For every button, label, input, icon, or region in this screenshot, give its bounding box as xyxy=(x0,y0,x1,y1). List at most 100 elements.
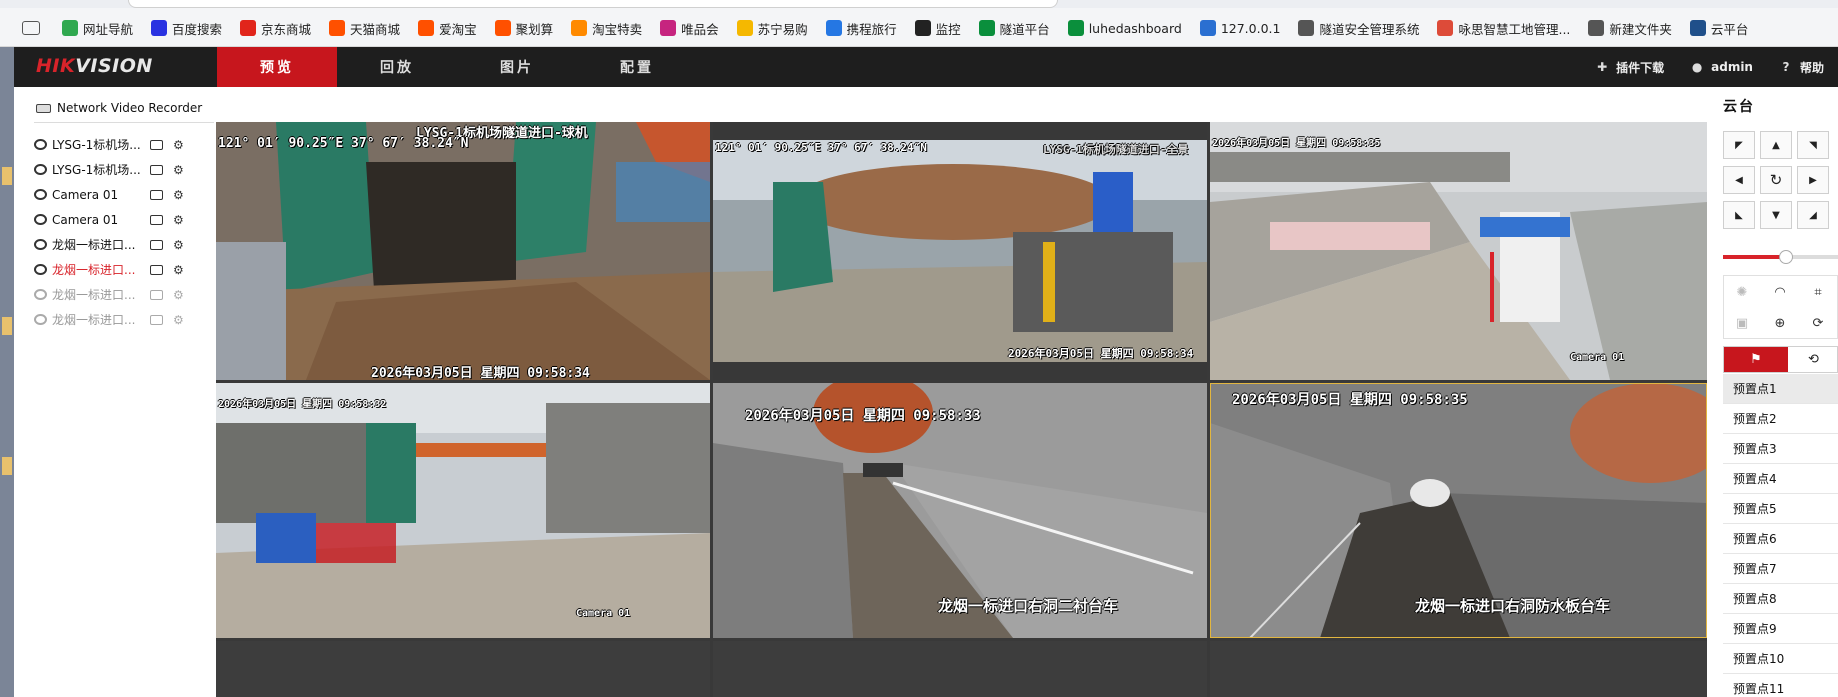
plugin-download-link[interactable]: ✚ 插件下载 xyxy=(1595,59,1664,76)
playback-icon[interactable]: ⚙ xyxy=(173,213,187,227)
ptz-down-left-button[interactable]: ◣ xyxy=(1723,201,1755,229)
ptz-speed-slider[interactable] xyxy=(1723,250,1838,264)
ptz-right-button[interactable]: ▶ xyxy=(1797,166,1829,194)
bookmark-item[interactable]: 淘宝特卖 xyxy=(571,16,642,40)
channel-item[interactable]: 龙烟一标进口... ⚙ xyxy=(34,257,214,282)
channel-item[interactable]: 龙烟一标进口... ⚙ xyxy=(34,307,214,332)
browser-tab-strip xyxy=(0,0,1838,8)
channel-item[interactable]: 龙烟一标进口... ⚙ xyxy=(34,282,214,307)
ptz-down-right-button[interactable]: ◢ xyxy=(1797,201,1829,229)
tab-picture[interactable]: 图片 xyxy=(457,47,577,87)
channel-item[interactable]: 龙烟一标进口... ⚙ xyxy=(34,232,214,257)
bookmark-item[interactable]: 127.0.0.1 xyxy=(1199,16,1280,40)
bookmark-item[interactable]: 京东商城 xyxy=(240,16,311,40)
bookmark-item[interactable]: 苏宁易购 xyxy=(736,16,808,40)
video-window-4[interactable]: 2026年03月05日 星期四 09:58:32 Camera 01 xyxy=(216,383,710,638)
video-window-7[interactable] xyxy=(216,641,710,697)
light-icon[interactable]: ✺ xyxy=(1724,277,1760,307)
camera-icon xyxy=(34,239,47,250)
bookmark-label: 网址导航 xyxy=(83,21,134,37)
user-menu[interactable]: ● admin xyxy=(1690,60,1753,74)
tab-preset[interactable]: ⚑ xyxy=(1724,347,1788,372)
ptz-up-left-button[interactable]: ◤ xyxy=(1723,131,1755,159)
bookmark-item[interactable]: 新建文件夹 xyxy=(1588,16,1672,40)
bookmark-item[interactable]: 隧道平台 xyxy=(978,16,1050,40)
channel-item[interactable]: LYSG-1标机场... ⚙ xyxy=(34,132,214,157)
record-icon[interactable] xyxy=(150,164,163,175)
ptz-up-button[interactable]: ▲ xyxy=(1760,131,1792,159)
preset-item[interactable]: 预置点5 xyxy=(1723,494,1838,524)
bookmark-item[interactable]: 网址导航 xyxy=(62,16,133,40)
tab-preview[interactable]: 预览 xyxy=(217,47,337,87)
playback-icon[interactable]: ⚙ xyxy=(173,138,187,152)
video-window-8[interactable] xyxy=(713,641,1207,697)
ptz-auto-scan-button[interactable]: ↻ xyxy=(1760,166,1792,194)
help-link[interactable]: ? 帮助 xyxy=(1779,59,1825,76)
zoom-icon[interactable]: ⊕ xyxy=(1762,308,1798,338)
tab-config[interactable]: 配置 xyxy=(577,47,697,87)
video-window-1[interactable]: LYSG-1标机场隧道进口-球机 121° 01′ 90.25″E 37° 67… xyxy=(216,122,710,380)
bookmark-item[interactable]: luhedashboard xyxy=(1067,16,1182,40)
nvr-node[interactable]: Network Video Recorder xyxy=(36,101,202,115)
ptz-up-right-button[interactable]: ◥ xyxy=(1797,131,1829,159)
bookmark-item[interactable]: 百度搜索 xyxy=(151,16,222,40)
tab-patrol[interactable]: ⟲ xyxy=(1788,347,1838,372)
record-icon[interactable] xyxy=(150,214,163,225)
bookmark-item[interactable]: 云平台 xyxy=(1689,16,1748,40)
video-window-2[interactable]: 121° 01′ 90.25″E 37° 67′ 38.24″N LYSG-1标… xyxy=(713,122,1207,380)
record-icon[interactable] xyxy=(150,314,163,325)
user-icon: ● xyxy=(1691,60,1703,74)
channel-item[interactable]: Camera 01 ⚙ xyxy=(34,207,214,232)
record-icon[interactable] xyxy=(150,189,163,200)
playback-icon[interactable]: ⚙ xyxy=(173,313,187,327)
playback-icon[interactable]: ⚙ xyxy=(173,238,187,252)
nvr-icon xyxy=(36,103,51,113)
wiper-icon[interactable]: ◠ xyxy=(1762,277,1798,307)
preset-item[interactable]: 预置点7 xyxy=(1723,554,1838,584)
ptz-panel: 云台 ◤ ▲ ◥ ◀ ↻ ▶ ◣ ▼ ◢ ✺ ◠ ⌗ ▣ ⊕ ⟳ ⚑ ⟲ 预置点 xyxy=(1707,87,1838,697)
preset-item[interactable]: 预置点2 xyxy=(1723,404,1838,434)
bookmark-item[interactable]: 隧道安全管理系统 xyxy=(1298,16,1419,40)
bookmark-item[interactable]: 唯品会 xyxy=(660,16,719,40)
cloud-platform-icon xyxy=(1689,20,1706,36)
tab-playback[interactable]: 回放 xyxy=(337,47,457,87)
ptz-speed-knob[interactable] xyxy=(1779,250,1794,264)
preset-item[interactable]: 预置点4 xyxy=(1723,464,1838,494)
preset-item[interactable]: 预置点6 xyxy=(1723,524,1838,554)
video-window-3[interactable]: 2026年03月05日 星期四 09:58:35 Camera 01 xyxy=(1210,122,1707,380)
preset-list: 预置点1 预置点2 预置点3 预置点4 预置点5 预置点6 预置点7 预置点8 预置点9 预置点1… xyxy=(1723,374,1838,697)
ptz-down-button[interactable]: ▼ xyxy=(1760,201,1792,229)
video-window-5[interactable]: 2026年03月05日 星期四 09:58:33 龙烟一标进口右洞二衬台车 xyxy=(713,383,1207,638)
preset-item[interactable]: 预置点1 xyxy=(1723,374,1838,404)
playback-icon[interactable]: ⚙ xyxy=(173,263,187,277)
bookmark-item[interactable]: 携程旅行 xyxy=(825,16,897,40)
preset-item[interactable]: 预置点10 xyxy=(1723,644,1838,674)
bookmark-item[interactable]: 监控 xyxy=(914,16,961,40)
focus-frame-icon[interactable]: ⌗ xyxy=(1800,277,1836,307)
preset-item[interactable]: 预置点9 xyxy=(1723,614,1838,644)
record-icon[interactable] xyxy=(150,139,163,150)
bookmark-item[interactable]: 咏思智慧工地管理... xyxy=(1437,16,1570,40)
preset-item[interactable]: 预置点3 xyxy=(1723,434,1838,464)
bookmark-item[interactable]: 聚划算 xyxy=(494,16,553,40)
preset-item[interactable]: 预置点8 xyxy=(1723,584,1838,614)
channel-item[interactable]: LYSG-1标机场... ⚙ xyxy=(34,157,214,182)
record-icon[interactable] xyxy=(150,239,163,250)
ptz-left-button[interactable]: ◀ xyxy=(1723,166,1755,194)
playback-icon[interactable]: ⚙ xyxy=(173,188,187,202)
channel-item[interactable]: Camera 01 ⚙ xyxy=(34,182,214,207)
bookmark-item[interactable]: 爱淘宝 xyxy=(418,16,477,40)
sidebar-toggle-icon[interactable] xyxy=(22,21,40,35)
record-icon[interactable] xyxy=(150,264,163,275)
refresh-icon[interactable]: ⟳ xyxy=(1800,308,1836,338)
preset-item[interactable]: 预置点11 xyxy=(1723,674,1838,697)
record-icon[interactable] xyxy=(150,289,163,300)
playback-icon[interactable]: ⚙ xyxy=(173,288,187,302)
video-window-6[interactable]: 2026年03月05日 星期四 09:58:35 龙烟一标进口右洞防水板台车 xyxy=(1210,383,1707,638)
video-name-osd: 龙烟一标进口右洞防水板台车 xyxy=(1415,597,1611,615)
video-window-9[interactable] xyxy=(1210,641,1707,697)
menu-frame-icon[interactable]: ▣ xyxy=(1724,308,1760,338)
bookmark-label: 京东商城 xyxy=(261,21,312,37)
playback-icon[interactable]: ⚙ xyxy=(173,163,187,177)
bookmark-item[interactable]: 天猫商城 xyxy=(329,16,400,40)
